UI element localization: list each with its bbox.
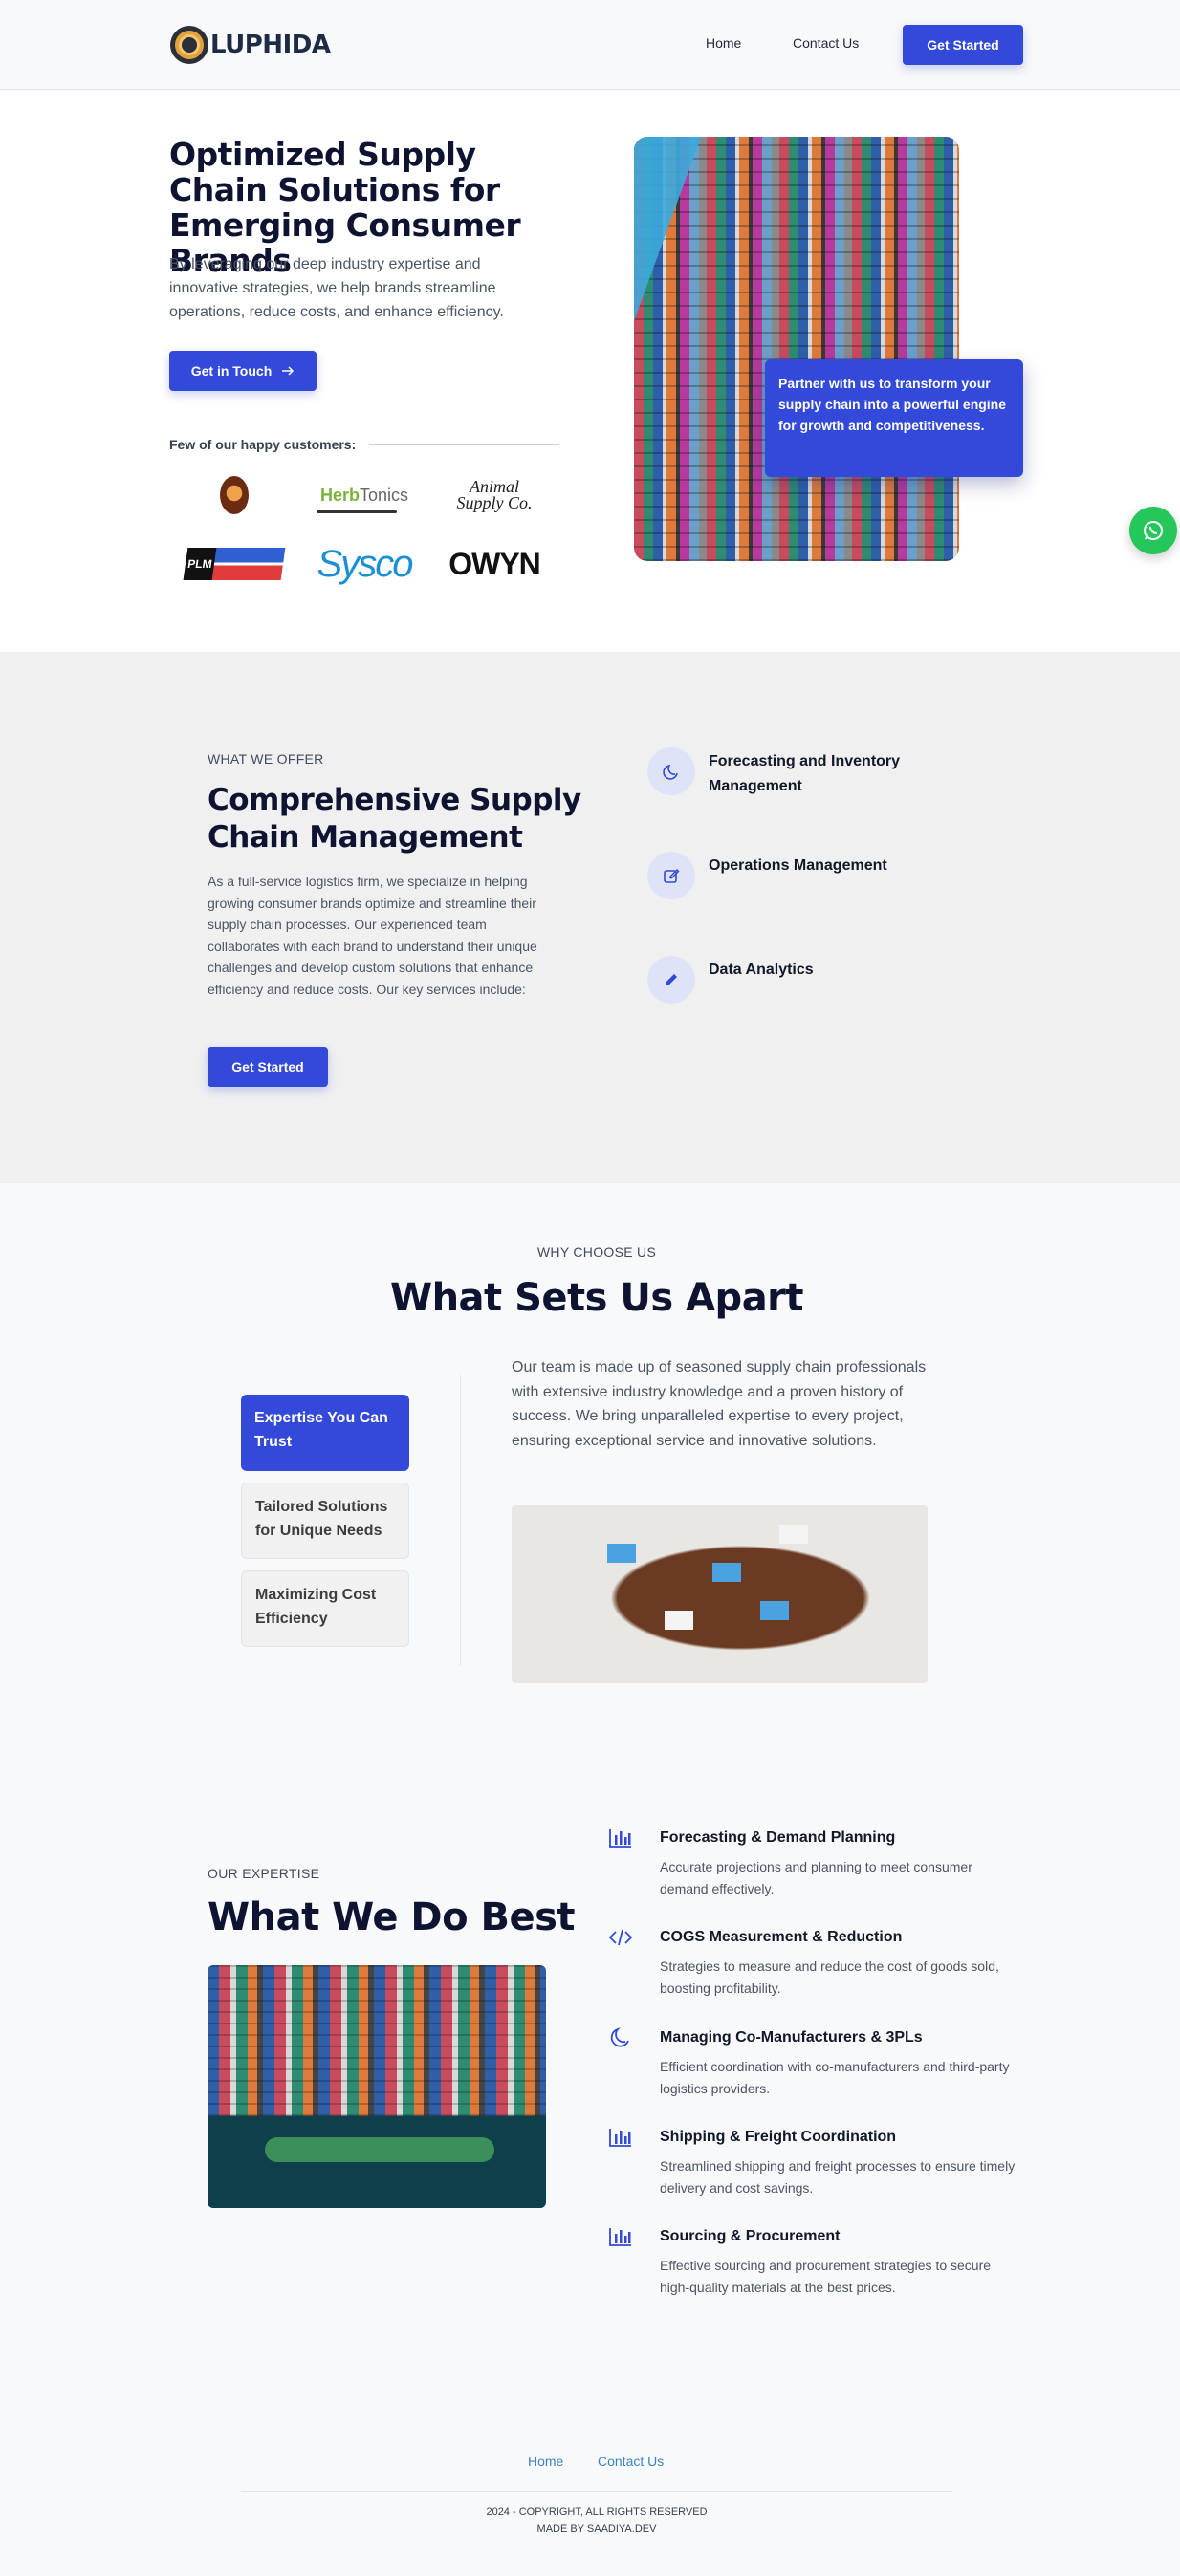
expertise-description: Strategies to measure and reduce the cos…: [660, 1959, 999, 1996]
offer-section: WHAT WE OFFER Comprehensive Supply Chain…: [0, 652, 1180, 1183]
customer-logos: HerbTonics AnimalSupply Co. Sysco OWYN: [169, 468, 559, 591]
moon-icon: [647, 747, 695, 795]
top-nav: LUPHIDA Home Contact Us Get Started: [0, 0, 1180, 90]
why-eyebrow: WHY CHOOSE US: [536, 1245, 657, 1260]
service-item: Data Analytics: [647, 956, 929, 1004]
service-item: Operations Management: [647, 852, 929, 899]
tab-cost-efficiency[interactable]: Maximizing Cost Efficiency: [241, 1570, 409, 1647]
divider: [369, 444, 559, 445]
hero-section: Optimized Supply Chain Solutions for Eme…: [0, 91, 1180, 652]
copyright-text: 2024 - COPYRIGHT, ALL RIGHTS RESERVED: [486, 2506, 708, 2518]
herbtonics-logo-part2: Tonics: [359, 485, 409, 505]
animal-logo-line2: Supply Co.: [456, 493, 533, 512]
moon-icon: [608, 2025, 633, 2050]
offer-body: As a full-service logistics firm, we spe…: [208, 874, 537, 997]
herbtonics-logo-part1: Herb: [319, 485, 360, 505]
divider: [460, 1375, 461, 1666]
expertise-description: Effective sourcing and procurement strat…: [660, 2258, 992, 2295]
service-item: Forecasting and Inventory Management: [647, 747, 929, 799]
expertise-description: Accurate projections and planning to mee…: [660, 1859, 972, 1896]
bar-chart-icon: [608, 2224, 633, 2249]
sysco-logo: Sysco: [317, 542, 414, 585]
tab-expertise[interactable]: Expertise You Can Trust: [241, 1395, 409, 1471]
expertise-description: Streamlined shipping and freight process…: [660, 2158, 1016, 2196]
nav-get-started-button[interactable]: Get Started: [903, 25, 1023, 65]
customer-logo-sysco: Sysco: [299, 537, 429, 591]
expertise-title: COGS Measurement & Reduction: [660, 1929, 903, 1945]
arrow-right-icon: [282, 366, 295, 376]
expertise-title: Shipping & Freight Coordination: [660, 2129, 897, 2145]
customer-logo-owyn: OWYN: [429, 537, 559, 591]
nav-home-link[interactable]: Home: [706, 35, 741, 51]
tab-tailored-solutions[interactable]: Tailored Solutions for Unique Needs: [241, 1483, 409, 1559]
why-section: WHY CHOOSE US What Sets Us Apart Experti…: [0, 1183, 1180, 1699]
coin-logo-icon: [220, 476, 249, 514]
owyn-logo: OWYN: [448, 546, 541, 581]
nav-contact-link[interactable]: Contact Us: [793, 35, 859, 51]
get-in-touch-button[interactable]: Get in Touch: [169, 351, 317, 391]
service-label: Forecasting and Inventory Management: [709, 753, 901, 794]
customer-logo-herbtonics: HerbTonics: [299, 468, 429, 522]
pencil-icon: [647, 956, 695, 1004]
divider: [241, 2491, 952, 2492]
made-by-text: MADE BY SAADIYA.DEV: [536, 2523, 657, 2535]
expertise-description: Efficient coordination with co-manufactu…: [660, 2059, 1010, 2096]
expertise-title: Sourcing & Procurement: [660, 2228, 841, 2244]
service-label: Operations Management: [709, 857, 887, 874]
port-ship-image: [208, 1965, 546, 2208]
logo-text: LUPHIDA: [210, 31, 331, 59]
why-description: Our team is made up of seasoned supply c…: [512, 1359, 927, 1449]
get-in-touch-label: Get in Touch: [190, 363, 273, 379]
customer-logo-plm: [169, 537, 299, 591]
service-label: Data Analytics: [709, 962, 814, 978]
expertise-title: Managing Co-Manufacturers & 3PLs: [660, 2029, 923, 2046]
whatsapp-button[interactable]: [1129, 507, 1177, 554]
code-icon: [608, 1925, 633, 1950]
hero-callout-card: Partner with us to transform your supply…: [765, 359, 1023, 477]
customers-heading: Few of our happy customers:: [169, 437, 559, 452]
logo-icon: [170, 26, 208, 64]
hero-image-shipping-containers: [634, 137, 959, 561]
hero-subtitle: By leveraging our deep industry expertis…: [169, 256, 504, 320]
bar-chart-icon: [608, 2125, 633, 2150]
offer-eyebrow: WHAT WE OFFER: [208, 751, 324, 767]
why-title: What Sets Us Apart: [389, 1276, 804, 1320]
customer-logo-1: [169, 468, 299, 522]
team-meeting-image: [512, 1505, 928, 1683]
footer-home-link[interactable]: Home: [528, 2454, 563, 2469]
whatsapp-icon: [1144, 521, 1163, 540]
footer-contact-link[interactable]: Contact Us: [598, 2454, 664, 2469]
customer-logo-animal-supply: Animal Supply Co.: [429, 468, 559, 522]
bar-chart-icon: [608, 1826, 633, 1851]
customers-label: Few of our happy customers:: [169, 437, 357, 452]
offer-get-started-button[interactable]: Get Started: [208, 1047, 328, 1087]
plm-logo-icon: [183, 548, 286, 580]
best-eyebrow: OUR EXPERTISE: [208, 1866, 320, 1881]
brand-logo[interactable]: LUPHIDA: [170, 26, 331, 64]
expertise-title: Forecasting & Demand Planning: [660, 1829, 896, 1846]
best-title: What We Do Best: [208, 1895, 576, 1939]
edit-icon: [647, 852, 695, 899]
offer-title: Comprehensive Supply Chain Management: [208, 783, 581, 855]
